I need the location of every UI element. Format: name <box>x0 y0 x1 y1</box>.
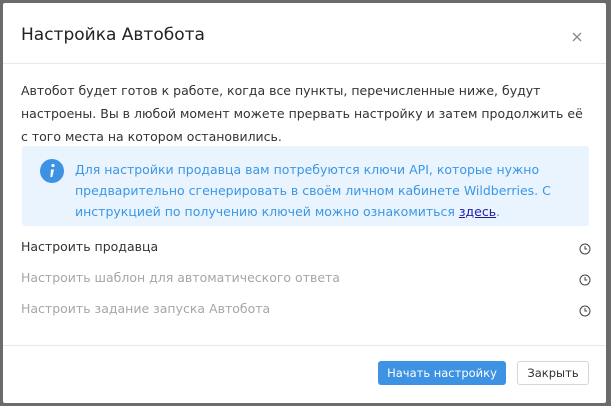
info-period: . <box>496 204 501 219</box>
clock-icon <box>579 302 591 317</box>
clock-icon <box>579 240 591 255</box>
start-setup-button[interactable]: Начать настройку <box>378 361 506 385</box>
step-reply-template[interactable]: Настроить шаблон для автоматического отв… <box>21 267 591 289</box>
setup-dialog: Настройка Автобота Автобот будет готов к… <box>3 3 606 403</box>
info-text: Для настройки продавца вам потребуются к… <box>75 159 580 222</box>
step-seller[interactable]: Настроить продавца <box>21 236 591 258</box>
info-box: Для настройки продавца вам потребуются к… <box>22 146 589 226</box>
step-launch-task[interactable]: Настроить задание запуска Автобота <box>21 298 591 320</box>
clock-icon <box>579 271 591 286</box>
instructions-link[interactable]: здесь <box>459 204 496 219</box>
close-icon[interactable] <box>569 29 585 45</box>
step-label: Настроить продавца <box>21 239 159 254</box>
intro-text: Автобот будет готов к работе, когда все … <box>21 83 583 144</box>
dialog-title: Настройка Автобота <box>21 25 205 45</box>
close-button[interactable]: Закрыть <box>517 361 589 385</box>
footer-divider <box>3 345 606 346</box>
step-label: Настроить задание запуска Автобота <box>21 301 271 316</box>
info-icon <box>40 159 64 183</box>
header-divider <box>3 63 606 64</box>
step-label: Настроить шаблон для автоматического отв… <box>21 270 340 285</box>
